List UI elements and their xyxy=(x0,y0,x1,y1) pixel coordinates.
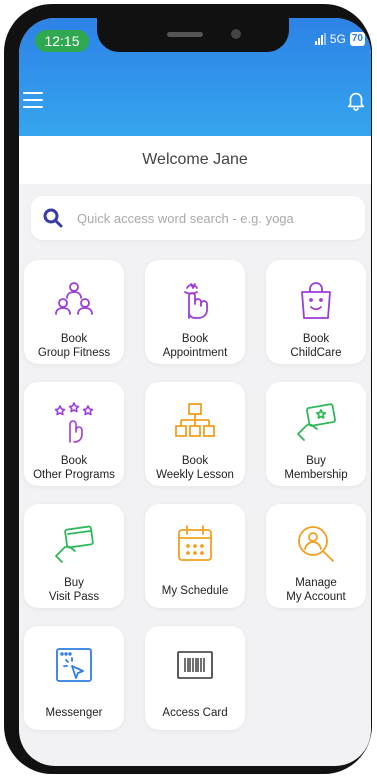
speaker-grille xyxy=(167,32,203,37)
reminder-finger-icon xyxy=(184,283,208,319)
book-appointment-tile[interactable]: Book Appointment xyxy=(145,260,245,364)
network-type: 5G xyxy=(329,32,346,46)
search-input[interactable] xyxy=(75,209,349,227)
bell-icon[interactable] xyxy=(345,88,367,112)
phone-frame: 12:15 5G 70 Welcome Jane Quick access wo… xyxy=(4,4,372,774)
messenger-tile[interactable]: Messenger xyxy=(24,626,124,730)
group-icon xyxy=(55,282,93,315)
shopping-bag-face-icon xyxy=(301,282,331,319)
status-indicators: 5G 70 xyxy=(314,32,365,46)
tile-label: My Schedule xyxy=(161,585,229,597)
tile-label: Access Card xyxy=(162,707,228,719)
battery-level: 70 xyxy=(349,32,365,46)
book-childcare-tile[interactable]: Book ChildCare xyxy=(266,260,366,364)
card-hand-icon xyxy=(55,525,94,563)
tile-label: Book Other Programs xyxy=(33,455,115,481)
tile-label: Book Weekly Lesson xyxy=(156,455,234,481)
tile-label: Book Appointment xyxy=(162,333,228,359)
search-bar[interactable] xyxy=(31,196,365,240)
status-bar: 12:15 5G 70 xyxy=(19,18,371,56)
access-card-tile[interactable]: Access Card xyxy=(145,626,245,730)
book-weekly-lesson-tile[interactable]: Book Weekly Lesson xyxy=(145,382,245,486)
welcome-message: Welcome Jane xyxy=(19,136,371,184)
tile-label: Book ChildCare xyxy=(290,333,342,359)
status-time: 12:15 xyxy=(35,30,89,52)
book-other-programs-tile[interactable]: Book Other Programs xyxy=(24,382,124,486)
tile-label: Book Group Fitness xyxy=(37,333,111,359)
user-search-icon xyxy=(298,526,334,562)
tile-label: Manage My Account xyxy=(286,577,346,603)
front-camera xyxy=(231,29,241,39)
search-icon xyxy=(43,208,63,228)
book-group-fitness-tile[interactable]: Book Group Fitness xyxy=(24,260,124,364)
app-screen: 12:15 5G 70 Welcome Jane Quick access wo… xyxy=(19,18,371,766)
tile-label: Buy Visit Pass xyxy=(48,577,100,603)
buy-membership-tile[interactable]: Buy Membership xyxy=(266,382,366,486)
buy-visit-pass-tile[interactable]: Buy Visit Pass xyxy=(24,504,124,608)
card-star-hand-icon xyxy=(297,403,336,441)
menu-icon[interactable] xyxy=(23,92,43,108)
tile-label: Messenger xyxy=(45,707,103,719)
my-schedule-tile[interactable]: My Schedule xyxy=(145,504,245,608)
signal-icon xyxy=(314,33,326,45)
calendar-icon xyxy=(178,525,212,561)
cursor-click-icon xyxy=(56,648,92,682)
manage-my-account-tile[interactable]: Manage My Account xyxy=(266,504,366,608)
stars-hand-icon xyxy=(54,402,94,443)
barcode-icon xyxy=(177,651,213,679)
camera-notch xyxy=(97,18,289,52)
tile-label: Buy Membership xyxy=(284,455,348,481)
hierarchy-icon xyxy=(175,403,215,437)
